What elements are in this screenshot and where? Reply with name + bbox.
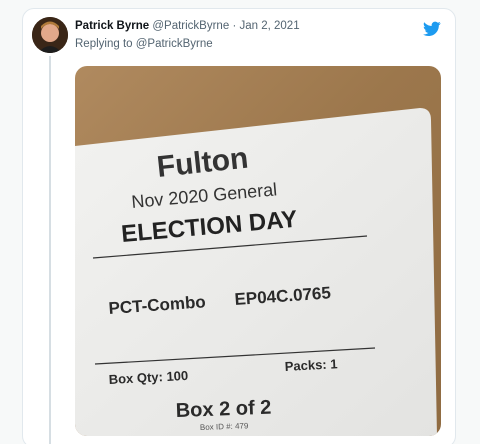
- label-box-id: Box ID #: 479: [200, 421, 249, 432]
- reply-handle[interactable]: @PatrickByrne: [136, 38, 213, 50]
- thread-connector-line: [49, 56, 51, 444]
- paper-label: [75, 108, 437, 436]
- label-box-number: Box 2 of 2: [175, 397, 271, 422]
- box-label-photo: Fulton Nov 2020 General ELECTION DAY PCT…: [75, 108, 437, 436]
- avatar-image: [32, 17, 68, 53]
- dot-separator: ·: [232, 20, 237, 32]
- replying-to: Replying to @PatrickByrne: [75, 38, 213, 50]
- tweet-date[interactable]: Jan 2, 2021: [239, 20, 299, 32]
- author-avatar[interactable]: [32, 17, 68, 53]
- author-handle[interactable]: @PatrickByrne: [152, 20, 229, 32]
- reply-prefix: Replying to: [75, 38, 133, 50]
- twitter-bird-icon[interactable]: [423, 21, 441, 37]
- tweet-header: Patrick Byrne @PatrickByrne · Jan 2, 202…: [75, 20, 300, 32]
- author-name[interactable]: Patrick Byrne: [75, 20, 149, 32]
- tweet-photo[interactable]: Fulton Nov 2020 General ELECTION DAY PCT…: [75, 66, 441, 436]
- label-packs: Packs: 1: [284, 356, 337, 374]
